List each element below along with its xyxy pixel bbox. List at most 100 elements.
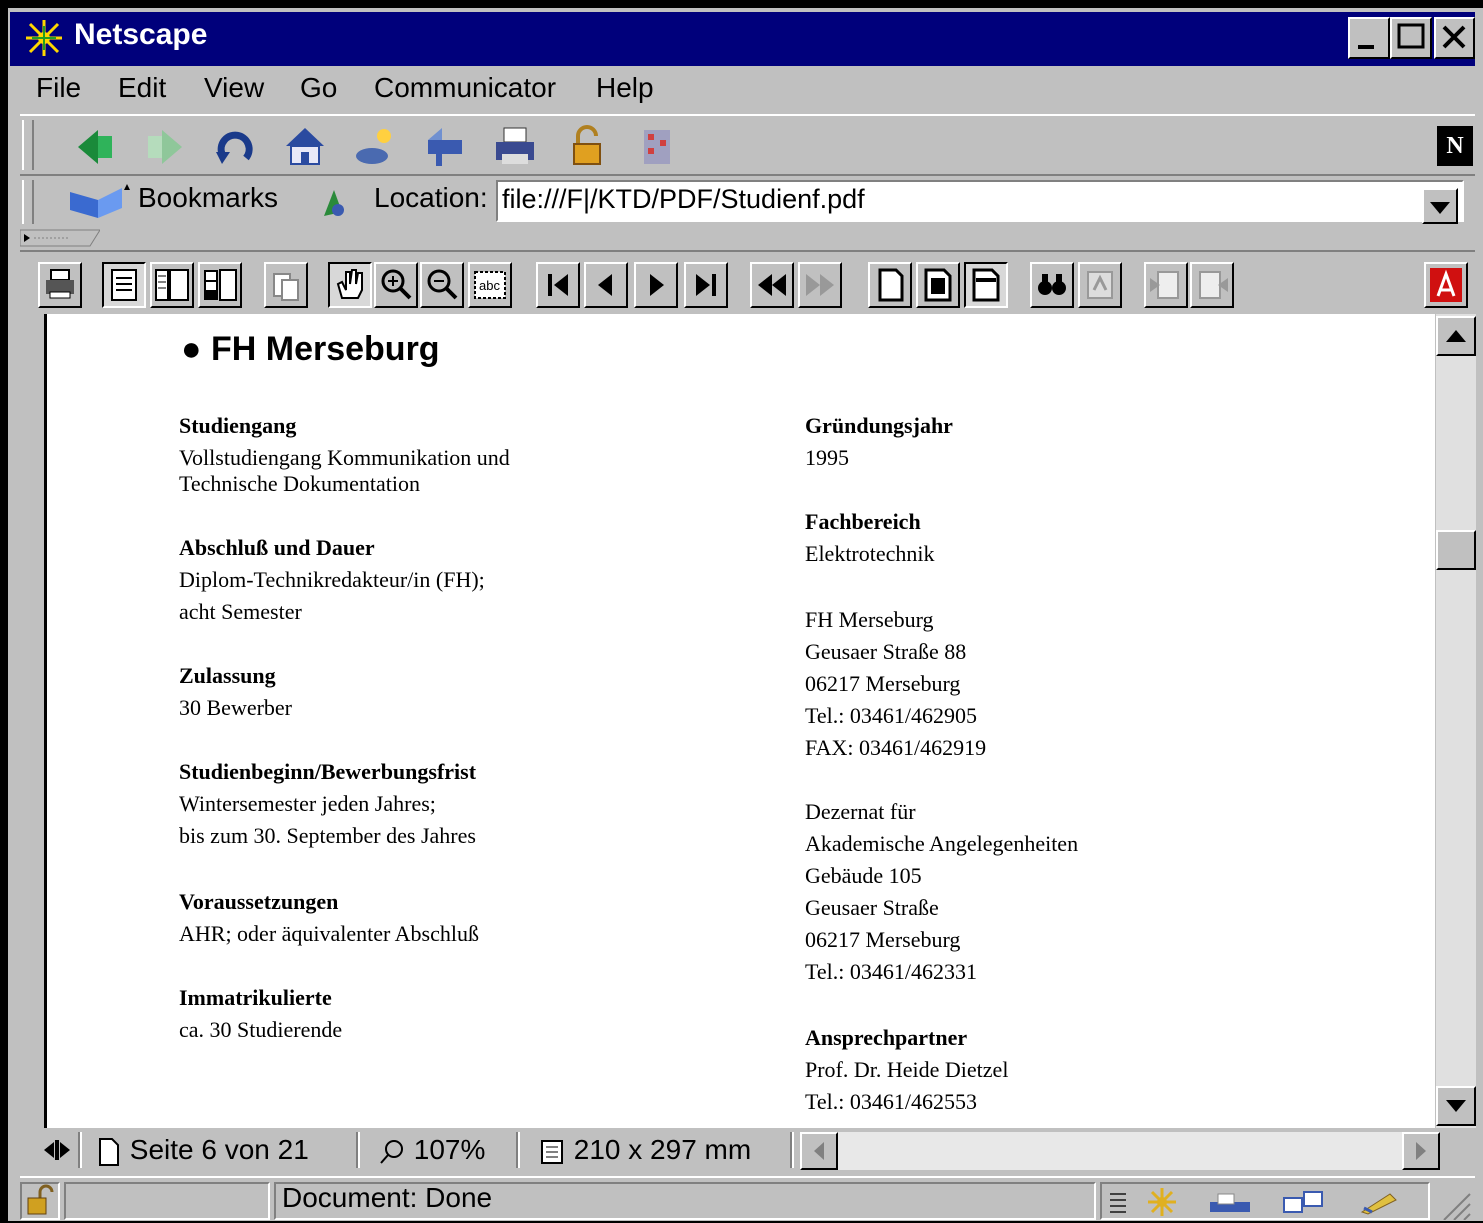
document-area: ● FH Merseburg Studiengang Vollstudienga…: [20, 314, 1476, 1128]
bookmarks-page-icon: [155, 269, 189, 301]
abschluss-line-2: acht Semester: [179, 599, 302, 624]
security-icon[interactable]: [564, 124, 610, 170]
location-input[interactable]: file:///F|/KTD/PDF/Studienf.pdf: [496, 180, 1464, 224]
zoom-out-button[interactable]: [420, 262, 464, 308]
hand-tool-button[interactable]: [328, 262, 372, 308]
reload-icon[interactable]: [212, 124, 258, 170]
search-icon[interactable]: [352, 124, 398, 170]
scroll-up-button[interactable]: [1436, 316, 1476, 356]
pdf-page[interactable]: ● FH Merseburg Studiengang Vollstudienga…: [44, 314, 1435, 1128]
bookmarks-label[interactable]: Bookmarks: [138, 182, 278, 214]
page-number-indicator[interactable]: Seite 6 von 21: [96, 1130, 309, 1170]
close-button[interactable]: [1434, 17, 1475, 59]
acrobat-button[interactable]: [1424, 262, 1468, 308]
text-select-icon: abc: [474, 271, 506, 299]
toolbar-grip[interactable]: [22, 120, 34, 170]
composer-icon[interactable]: [1356, 1188, 1404, 1216]
discussions-icon[interactable]: [1280, 1188, 1328, 1216]
scroll-left-button[interactable]: [800, 1132, 838, 1170]
collapsed-toolbar-tab[interactable]: [20, 228, 100, 248]
actual-size-button[interactable]: [868, 262, 912, 308]
split-handle-icon[interactable]: [42, 1136, 72, 1164]
abschluss-block: Abschluß und Dauer Diplom-Technikredakte…: [179, 532, 485, 628]
print-icon[interactable]: [492, 124, 538, 170]
location-label: Location:: [374, 182, 488, 213]
menu-communicator[interactable]: Communicator: [374, 72, 556, 104]
fachbereich-label: Fachbereich: [805, 509, 921, 534]
first-page-icon: [548, 274, 568, 296]
thumbnails-and-page-button[interactable]: [198, 262, 242, 308]
zoom-in-icon: [381, 269, 412, 300]
bookmarks-icon[interactable]: [68, 184, 132, 220]
next-page-button[interactable]: [634, 262, 678, 308]
actual-size-icon: [878, 268, 904, 302]
progress-box: [64, 1182, 270, 1220]
scroll-right-button[interactable]: [1402, 1132, 1440, 1170]
resize-grip-icon[interactable]: [1436, 1186, 1472, 1220]
pdf-print-button[interactable]: [38, 262, 82, 308]
studienbeginn-block: Studienbeginn/Bewerbungsfrist Winterseme…: [179, 756, 476, 852]
last-page-button[interactable]: [684, 262, 728, 308]
guide-icon[interactable]: [422, 124, 468, 170]
mail-icon[interactable]: [1206, 1188, 1254, 1216]
netscape-n-logo[interactable]: N: [1437, 126, 1473, 166]
security-status-box[interactable]: [20, 1182, 60, 1220]
dezernat-line-3: Gebäude 105: [805, 863, 922, 888]
location-dropdown-button[interactable]: [1422, 188, 1458, 224]
separator: [356, 1132, 360, 1168]
page-proxy-icon[interactable]: [316, 186, 350, 220]
heading-text: FH Merseburg: [210, 330, 440, 368]
fit-page-icon: [924, 268, 952, 302]
previous-view-button[interactable]: [1144, 262, 1188, 308]
first-page-button[interactable]: [536, 262, 580, 308]
component-bar-grip-icon[interactable]: [1106, 1188, 1130, 1216]
go-forward-icon: [806, 274, 834, 296]
menu-file[interactable]: File: [36, 72, 81, 104]
thumbnails-icon: [204, 269, 237, 301]
immatrikulierte-label: Immatrikulierte: [179, 985, 332, 1010]
next-view-button[interactable]: [1190, 262, 1234, 308]
fachbereich-value: Elektrotechnik: [805, 541, 935, 566]
address-line-4: Tel.: 03461/462905: [805, 703, 978, 728]
magnifier-icon: [380, 1139, 403, 1164]
location-toolbar: Bookmarks Location: file:///F|/KTD/PDF/S…: [20, 176, 1475, 228]
page-size-icon: [541, 1139, 563, 1164]
navigator-icon[interactable]: [1142, 1186, 1182, 1218]
horizontal-scrollbar[interactable]: [800, 1132, 1440, 1170]
stop-icon[interactable]: [634, 124, 680, 170]
previous-page-button[interactable]: [584, 262, 628, 308]
text-select-button[interactable]: abc: [468, 262, 512, 308]
fit-page-button[interactable]: [916, 262, 960, 308]
go-back-view-button[interactable]: [750, 262, 794, 308]
location-grip[interactable]: [22, 180, 34, 224]
dezernat-line-6: Tel.: 03461/462331: [805, 959, 978, 984]
find-button[interactable]: [1030, 262, 1074, 308]
left-border: [20, 314, 44, 1128]
scroll-thumb[interactable]: [1436, 530, 1476, 570]
address-line-2: Geusaer Straße 88: [805, 639, 967, 664]
bookmarks-and-page-button[interactable]: [150, 262, 194, 308]
copy-button[interactable]: [264, 262, 308, 308]
menu-edit[interactable]: Edit: [118, 72, 166, 104]
scroll-down-button[interactable]: [1436, 1086, 1476, 1126]
zoom-in-button[interactable]: [374, 262, 418, 308]
menu-go[interactable]: Go: [300, 72, 337, 104]
maximize-button[interactable]: [1390, 17, 1432, 59]
forward-icon[interactable]: [142, 124, 188, 170]
menu-help[interactable]: Help: [596, 72, 654, 104]
minimize-button[interactable]: [1348, 17, 1390, 59]
menu-view[interactable]: View: [204, 72, 264, 104]
home-icon[interactable]: [282, 124, 328, 170]
vertical-scrollbar[interactable]: [1436, 314, 1476, 1128]
go-forward-view-button[interactable]: [798, 262, 842, 308]
page-only-button[interactable]: [102, 262, 146, 308]
zoom-indicator[interactable]: 107%: [378, 1130, 485, 1170]
pdf-toolbar: abc: [20, 250, 1475, 314]
back-icon[interactable]: [72, 124, 118, 170]
address-line-5: FAX: 03461/462919: [805, 735, 987, 760]
immatrikulierte-line-1: ca. 30 Studierende: [179, 1017, 343, 1042]
fit-width-button[interactable]: [964, 262, 1008, 308]
web-link-button[interactable]: [1078, 262, 1122, 308]
page-only-icon: [111, 269, 137, 301]
previous-page-icon: [598, 274, 612, 296]
